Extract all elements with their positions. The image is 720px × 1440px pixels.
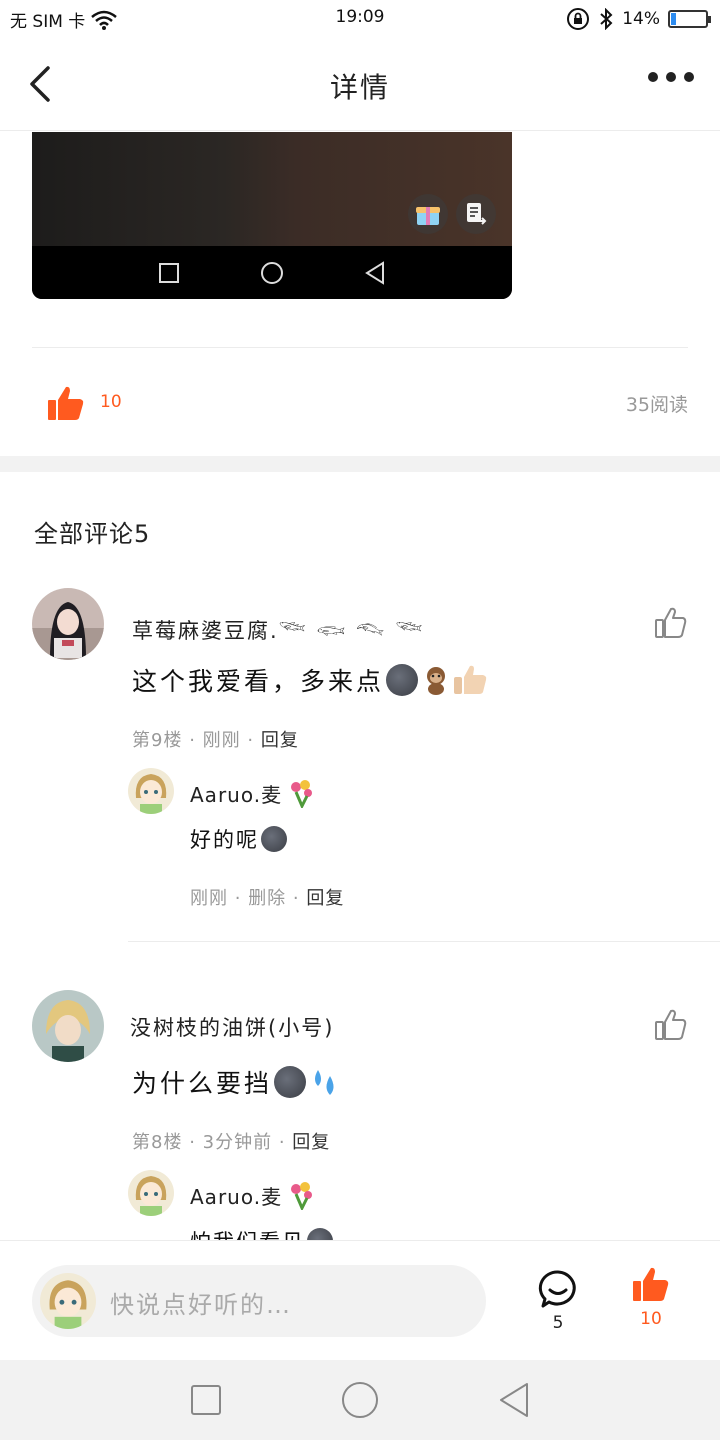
- more-dot: [684, 72, 694, 82]
- bluetooth-icon: [600, 8, 613, 30]
- reply-avatar[interactable]: [128, 1170, 174, 1216]
- comment-meta: 第9楼 · 刚刚 · 回复: [132, 726, 299, 752]
- comment-time: 3分钟前: [202, 1132, 273, 1153]
- bouquet-emoji-icon: [291, 1182, 313, 1210]
- battery-percent: 14%: [622, 9, 660, 29]
- square-icon: [159, 262, 179, 283]
- reply-meta: 刚刚 · 删除 · 回复: [190, 884, 344, 910]
- system-nav-bar: [0, 1360, 720, 1440]
- bouquet-emoji-icon: [291, 780, 313, 808]
- more-dot: [666, 72, 676, 82]
- page-title: 详情: [329, 71, 390, 104]
- reply-text-body: 好的呢: [190, 828, 259, 852]
- comment-input[interactable]: 快说点好听的…: [32, 1265, 486, 1337]
- meta-dot: ·: [189, 730, 203, 751]
- comment-count: 5: [552, 1313, 564, 1333]
- thumbs-up-emoji-icon: [454, 665, 487, 694]
- current-user-avatar: [40, 1273, 96, 1329]
- comment-meta: 第8楼 · 3分钟前 · 回复: [132, 1128, 330, 1154]
- more-menu-icon[interactable]: [648, 72, 694, 82]
- triangle-back-icon: [365, 260, 384, 285]
- reply-text: 好的呢: [190, 824, 289, 854]
- meta-dot: ·: [189, 1132, 203, 1153]
- reply-username-text: Aaruo.麦: [190, 782, 283, 807]
- post-like-row: 10 35阅读: [32, 376, 688, 432]
- status-right: 14%: [566, 7, 711, 31]
- battery-fill: [671, 13, 676, 25]
- reply-link[interactable]: 回复: [261, 730, 299, 751]
- reply-time: 刚刚: [190, 888, 228, 909]
- circle-icon: [261, 261, 283, 284]
- reply-link[interactable]: 回复: [306, 888, 344, 909]
- sweat-droplets-emoji-icon: [315, 1070, 334, 1095]
- reply-username-text: Aaruo.麦: [190, 1184, 283, 1209]
- comment-text: 为什么要挡: [132, 1064, 342, 1100]
- comment-separator: [128, 941, 720, 942]
- like-count: 10: [640, 1309, 662, 1329]
- meta-dot: ·: [234, 888, 249, 909]
- thumbs-up-outline-icon[interactable]: [654, 606, 688, 640]
- more-dot: [648, 72, 658, 82]
- input-placeholder: 快说点好听的…: [110, 1291, 292, 1319]
- battery-icon: [668, 10, 711, 28]
- comment-username[interactable]: 没树枝的油饼(小号): [130, 1012, 334, 1042]
- divider: [32, 347, 688, 348]
- meta-dot: ·: [278, 1132, 293, 1153]
- reply-username[interactable]: Aaruo.麦: [190, 1180, 316, 1210]
- comment-username[interactable]: 草莓麻婆豆腐.𓆝 𓆟 𓆞 𓆝: [132, 610, 425, 645]
- meta-dot: ·: [247, 730, 261, 751]
- status-bar: 无 SIM 卡 19:09 14%: [0, 0, 720, 36]
- reply-avatar[interactable]: [128, 768, 174, 814]
- comment-count-button[interactable]: 5: [536, 1269, 580, 1333]
- like-button[interactable]: 10: [630, 1265, 672, 1329]
- avatar[interactable]: [32, 990, 104, 1062]
- post-media[interactable]: [32, 132, 512, 299]
- read-count: 35阅读: [625, 394, 688, 416]
- reply-link[interactable]: 回复: [292, 1132, 330, 1153]
- thumbs-up-outline-icon[interactable]: [654, 1008, 688, 1042]
- comments-title: 全部评论5: [34, 520, 151, 548]
- document-share-icon[interactable]: [456, 194, 496, 234]
- reply-username[interactable]: Aaruo.麦: [190, 778, 316, 808]
- comment-text-body: 这个我爱看，多来点: [132, 667, 385, 696]
- comment-text: 这个我爱看，多来点: [132, 662, 488, 698]
- recent-apps-square-icon[interactable]: [190, 1384, 222, 1416]
- back-triangle-icon[interactable]: [498, 1382, 530, 1418]
- monkey-emoji-icon: [427, 667, 446, 695]
- post-like-count: 10: [100, 392, 122, 412]
- moon-face-emoji-icon: [386, 664, 419, 696]
- rotation-lock-icon: [567, 8, 590, 30]
- gift-box-icon[interactable]: [408, 194, 448, 234]
- delete-link[interactable]: 删除: [248, 888, 286, 909]
- thumbs-up-filled-icon: [633, 1267, 669, 1301]
- comment-bubble-icon: [538, 1270, 576, 1308]
- moon-face-emoji-icon: [274, 1066, 307, 1098]
- comment-floor: 第8楼: [132, 1132, 183, 1153]
- avatar[interactable]: [32, 588, 104, 660]
- moon-face-emoji-icon: [261, 826, 287, 852]
- comment-time: 刚刚: [202, 730, 241, 751]
- section-gap: [0, 456, 720, 472]
- meta-dot: ·: [292, 888, 307, 909]
- media-system-navbar: [32, 246, 512, 299]
- thumbs-up-filled-icon[interactable]: [46, 384, 86, 424]
- comment-text-body: 为什么要挡: [132, 1069, 273, 1098]
- nav-bar: 详情: [0, 36, 720, 131]
- bottom-action-bar: 快说点好听的… 5 10: [0, 1240, 720, 1360]
- comment-floor: 第9楼: [132, 730, 183, 751]
- home-circle-icon[interactable]: [341, 1381, 379, 1419]
